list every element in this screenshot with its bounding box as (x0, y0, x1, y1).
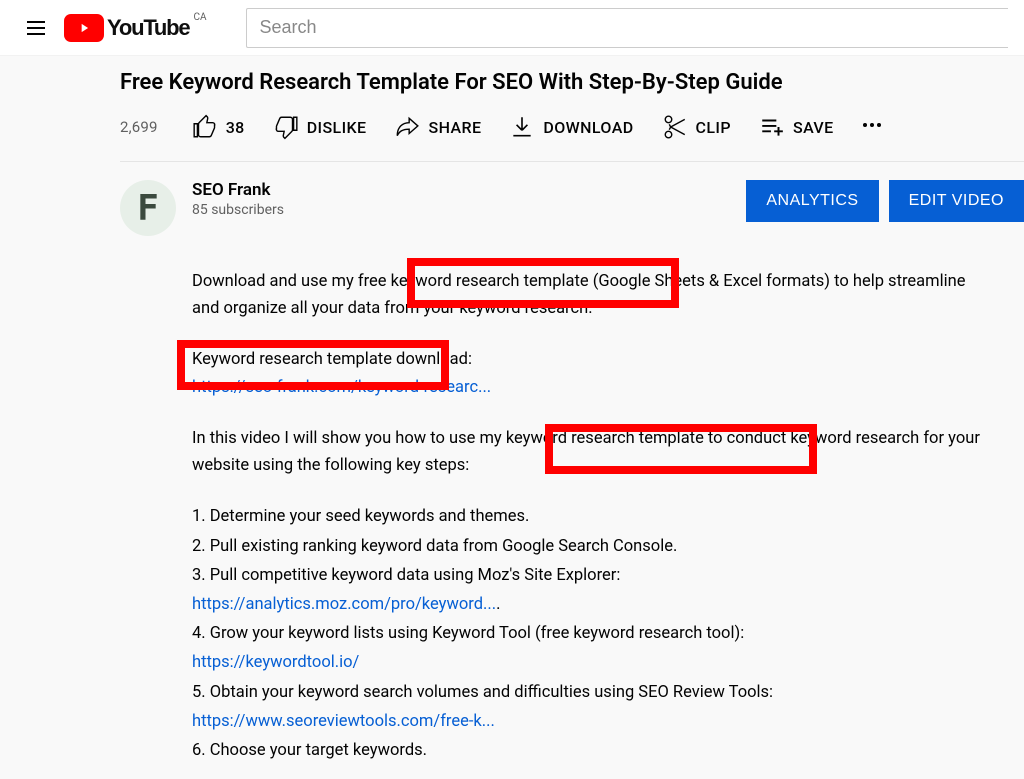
video-description: Download and use my free keyword researc… (192, 268, 992, 764)
avatar-letter: F (137, 188, 159, 229)
masthead: YouTube CA (0, 0, 1024, 56)
step-3-dot: . (496, 595, 500, 614)
step-3: 3. Pull competitive keyword data using M… (192, 562, 992, 589)
analytics-button[interactable]: ANALYTICS (746, 180, 878, 222)
subscriber-count: 85 subscribers (192, 202, 284, 218)
step-3-text: 3. Pull competitive keyword data using M… (192, 566, 620, 585)
youtube-logo-link[interactable]: YouTube CA (64, 14, 206, 42)
download-link[interactable]: https://seo-frank.com/keyword-researc... (192, 378, 491, 397)
scissors-icon (662, 114, 688, 140)
download-icon (509, 114, 535, 140)
more-horizontal-icon (860, 113, 884, 137)
step-4: 4. Grow your keyword lists using Keyword… (192, 620, 992, 647)
description-paragraph-1: Download and use my free keyword researc… (192, 268, 992, 322)
video-title: Free Keyword Research Template For SEO W… (120, 70, 1024, 95)
save-label: SAVE (793, 118, 834, 137)
clip-button[interactable]: CLIP (650, 108, 743, 146)
channel-avatar[interactable]: F (120, 180, 176, 236)
channel-name[interactable]: SEO Frank (192, 180, 284, 200)
description-download-block: Keyword research template download: http… (192, 346, 992, 400)
thumbs-up-icon (192, 114, 218, 140)
view-count: 2,699 (120, 118, 158, 136)
step-3-link[interactable]: https://analytics.moz.com/pro/keyword... (192, 595, 496, 614)
description-paragraph-3: In this video I will show you how to use… (192, 425, 992, 479)
search-input[interactable] (246, 8, 1008, 48)
youtube-wordmark: YouTube (107, 15, 189, 41)
search-container (246, 8, 1008, 48)
step-4-link[interactable]: https://keywordtool.io/ (192, 653, 359, 672)
action-bar: 2,699 38 DISLIKE SHARE DOWNLOAD CLIP (120, 107, 1024, 162)
hamburger-icon (24, 16, 48, 40)
playlist-add-icon (759, 114, 785, 140)
country-code: CA (193, 12, 206, 23)
steps-list: 1. Determine your seed keywords and them… (192, 503, 992, 764)
dislike-button[interactable]: DISLIKE (261, 108, 379, 146)
step-2: 2. Pull existing ranking keyword data fr… (192, 533, 992, 560)
step-5-link[interactable]: https://www.seoreviewtools.com/free-k... (192, 712, 495, 731)
download-label-text: Keyword research template download: (192, 350, 472, 369)
step-1: 1. Determine your seed keywords and them… (192, 503, 992, 530)
download-label: DOWNLOAD (543, 118, 633, 137)
like-count: 38 (226, 118, 245, 137)
hamburger-menu-button[interactable] (16, 8, 56, 48)
dislike-label: DISLIKE (307, 118, 367, 137)
thumbs-down-icon (273, 114, 299, 140)
share-button[interactable]: SHARE (382, 108, 493, 146)
download-button[interactable]: DOWNLOAD (497, 108, 645, 146)
channel-row: F SEO Frank 85 subscribers ANALYTICS EDI… (120, 162, 1024, 236)
more-actions-button[interactable] (850, 107, 894, 147)
share-label: SHARE (428, 118, 481, 137)
step-6: 6. Choose your target keywords. (192, 737, 992, 764)
like-button[interactable]: 38 (180, 108, 257, 146)
save-button[interactable]: SAVE (747, 108, 846, 146)
step-5: 5. Obtain your keyword search volumes an… (192, 679, 992, 706)
watch-page: Free Keyword Research Template For SEO W… (0, 56, 1024, 764)
youtube-logo: YouTube (64, 14, 189, 42)
share-icon (394, 114, 420, 140)
edit-video-button[interactable]: EDIT VIDEO (889, 180, 1024, 222)
youtube-play-icon (64, 14, 104, 42)
clip-label: CLIP (696, 118, 731, 137)
